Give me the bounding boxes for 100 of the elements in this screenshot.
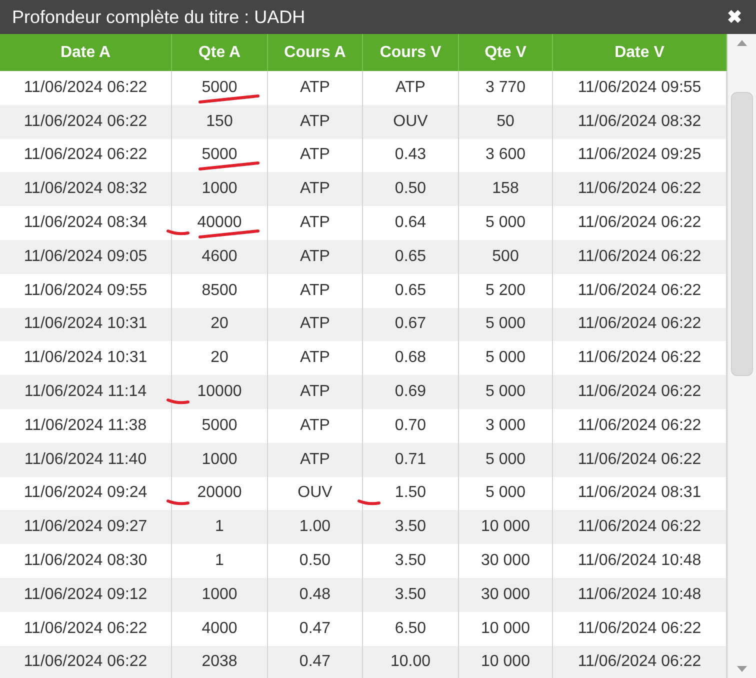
table-cell-text: 0.47 xyxy=(299,618,331,639)
table-cell-text: 10.00 xyxy=(390,652,431,672)
table-cell-text: 10 000 xyxy=(481,652,530,672)
table-cell-text: 11/06/2024 09:12 xyxy=(24,584,148,605)
table-cell-text: 11/06/2024 09:25 xyxy=(578,145,702,166)
table-cell-text: 11/06/2024 09:05 xyxy=(24,246,148,267)
table-cell-text: 5000 xyxy=(202,145,238,166)
table-cell-text: 10 000 xyxy=(481,618,530,639)
table-cell-text: ATP xyxy=(300,280,330,301)
table-cell-text: ATP xyxy=(300,246,330,267)
table-cell-text: 20 xyxy=(210,314,228,334)
close-button[interactable]: ✖ xyxy=(727,8,742,26)
table-cell-text: 10 000 xyxy=(481,517,530,538)
scroll-down-icon[interactable] xyxy=(737,666,747,672)
table-cell-text: 40000 xyxy=(197,213,242,234)
table-cell-text: 11/06/2024 10:48 xyxy=(578,551,702,572)
table-cell-text: 3 600 xyxy=(485,145,526,166)
table-cell-text: 30 000 xyxy=(481,551,530,572)
table-cell-text: 11/06/2024 08:34 xyxy=(24,213,148,234)
table-cell-text: OUV xyxy=(393,112,428,132)
table-cell-text: 0.69 xyxy=(394,382,426,402)
table-cell-text: 1.50 xyxy=(394,483,426,504)
table-cell-text: 3.50 xyxy=(394,584,426,605)
table-cell-text: 0.64 xyxy=(394,213,426,234)
table-cell-text: ATP xyxy=(300,314,330,334)
table-cell-text: ATP xyxy=(300,112,330,132)
table-cell-text: 11/06/2024 06:22 xyxy=(578,280,702,301)
table-cell-text: 5 000 xyxy=(485,382,526,402)
table-cell-text: 5 000 xyxy=(485,450,526,470)
table-cell-text: 11/06/2024 11:40 xyxy=(24,450,147,470)
table-cell-text: 11/06/2024 08:32 xyxy=(578,112,702,132)
scrollbar[interactable] xyxy=(727,34,756,678)
table-cell-text: 11/06/2024 06:22 xyxy=(24,112,148,132)
table-cell-text: 5 000 xyxy=(485,213,526,234)
table-cell-text: 3 000 xyxy=(485,416,526,436)
table-cell-text: 11/06/2024 06:22 xyxy=(578,213,702,234)
table-cell-text: 11/06/2024 06:22 xyxy=(578,348,702,368)
table-cell-text: ATP xyxy=(300,416,330,436)
table-cell-text: 11/06/2024 11:14 xyxy=(24,382,147,402)
table-cell-text: 11/06/2024 11:38 xyxy=(24,416,147,436)
table-cell-text: 30 000 xyxy=(481,584,530,605)
table-cell-text: 0.48 xyxy=(299,584,331,605)
table-cell-text: 11/06/2024 09:55 xyxy=(24,280,148,301)
table-cell-text: 11/06/2024 06:22 xyxy=(578,416,702,436)
table-cell-text: 11/06/2024 09:27 xyxy=(24,517,148,538)
table-cell-text: 50 xyxy=(496,112,514,132)
table-cell-text: 1000 xyxy=(202,450,238,470)
table-cell-text: 11/06/2024 06:22 xyxy=(578,450,702,470)
table-cell-text: 5000 xyxy=(202,78,238,98)
table-cell-text: ATP xyxy=(300,179,330,200)
table-cell-text: 0.67 xyxy=(394,314,426,334)
table-cell-text: 1000 xyxy=(202,179,238,200)
table-cell-text: 11/06/2024 06:22 xyxy=(578,382,702,402)
scrollbar-thumb[interactable] xyxy=(731,92,753,376)
table-cell-text: 0.70 xyxy=(394,416,426,436)
table-cell-text: 0.65 xyxy=(394,280,426,301)
table-cell-text: 20 xyxy=(210,348,228,368)
table-cell-text: 10000 xyxy=(197,382,242,402)
table-cell-text: 11/06/2024 08:31 xyxy=(578,483,702,504)
table-cell-text: 3.50 xyxy=(394,517,426,538)
table-cell-text: 0.50 xyxy=(299,551,331,572)
table-cell-text: 11/06/2024 10:31 xyxy=(24,314,148,334)
table-cell-text: ATP xyxy=(300,382,330,402)
table-cell-text: ATP xyxy=(300,213,330,234)
table-cell-text: 11/06/2024 09:55 xyxy=(578,78,702,98)
table-cell-text: 500 xyxy=(492,246,519,267)
table-cell-text: 5 000 xyxy=(485,348,526,368)
table-cell-text: 1 xyxy=(215,551,224,572)
table-cell-text: 11/06/2024 06:22 xyxy=(578,246,702,267)
table-cell-text: 1.00 xyxy=(299,517,331,538)
table-cell-text: 5000 xyxy=(202,416,238,436)
table-cell-text: 11/06/2024 06:22 xyxy=(578,314,702,334)
window-title: Profondeur complète du titre : UADH xyxy=(12,6,306,29)
table-cell-text: 6.50 xyxy=(394,618,426,639)
table-cell-text: 20000 xyxy=(197,483,242,504)
table-cell-text: ATP xyxy=(396,78,426,98)
scroll-up-icon[interactable] xyxy=(737,40,747,46)
table-cell-text: 5 000 xyxy=(485,483,526,504)
table-cell-text: 11/06/2024 06:22 xyxy=(24,652,148,672)
table-cell-text: 8500 xyxy=(202,280,238,301)
table-cell-text: ATP xyxy=(300,450,330,470)
table-cell-text: 11/06/2024 08:30 xyxy=(24,551,148,572)
table-cell-text: 158 xyxy=(492,179,519,200)
table-cell-text: ATP xyxy=(300,78,330,98)
table-cell-text: 11/06/2024 06:22 xyxy=(578,517,702,538)
table-cell-text: 4600 xyxy=(202,246,238,267)
table-cell-text: 0.71 xyxy=(394,450,426,470)
table-cell-text: 11/06/2024 06:22 xyxy=(24,618,148,639)
table-cell-text: 0.47 xyxy=(299,652,331,672)
table-cell-text: 11/06/2024 06:22 xyxy=(578,618,702,639)
table-cell-text: 5 200 xyxy=(485,280,526,301)
table-cell-text: 1000 xyxy=(202,584,238,605)
table-cell-text: 11/06/2024 06:22 xyxy=(24,78,148,98)
table-cell-text: 0.50 xyxy=(394,179,426,200)
table-cell-text: ATP xyxy=(300,145,330,166)
table-cell-text: 2038 xyxy=(202,652,238,672)
table-cell-text: 11/06/2024 06:22 xyxy=(578,652,702,672)
table-cell-text: 0.65 xyxy=(394,246,426,267)
table-cell-text: 11/06/2024 09:24 xyxy=(24,483,148,504)
table-cell-text: 5 000 xyxy=(485,314,526,334)
